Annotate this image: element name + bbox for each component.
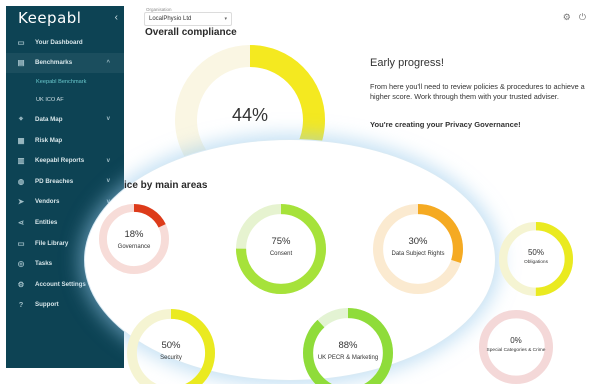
sidebar-item-label: Benchmarks [35, 59, 73, 67]
area-gauge-4: 50% Security [126, 308, 216, 384]
share-icon: ⋖ [17, 217, 25, 227]
organisation-value: LocalPhysio Ltd [149, 16, 192, 22]
area-gauge-label: Security [160, 355, 182, 362]
sidebar-item-label: Tasks [35, 260, 53, 268]
chevron-up-icon: ^ [106, 59, 110, 66]
power-icon[interactable]: ⏻ [579, 12, 586, 23]
area-gauge-1: 75% Consent [235, 203, 327, 295]
risk-map-icon: ▦ [17, 135, 25, 145]
sidebar-item-label: File Library [35, 239, 69, 247]
privacy-governance-message: You're creating your Privacy Governance! [370, 120, 521, 129]
area-gauge-percent: 18% [124, 228, 144, 240]
overall-compliance-heading: Overall compliance [145, 27, 237, 38]
sidebar-subitem-label: Keepabl Benchmark [36, 79, 87, 86]
early-progress-text: From here you'll need to review policies… [370, 82, 585, 101]
area-gauge-text: 88% UK PECR & Marketing [302, 340, 394, 363]
sidebar-item-4[interactable]: ⌖ Data Map v [6, 109, 124, 130]
sidebar-item-label: Entities [35, 218, 58, 226]
sidebar-item-label: Data Map [35, 115, 63, 123]
sidebar-item-label: Account Settings [35, 280, 86, 288]
organisation-select[interactable]: LocalPhysio Ltd ▾ [144, 12, 232, 26]
area-gauge-percent: 0% [510, 336, 522, 346]
area-gauge-text: 75% Consent [235, 236, 327, 259]
early-progress-title: Early progress! [370, 57, 444, 69]
sidebar-item-label: Vendors [35, 198, 60, 206]
area-gauge-text: 18% Governance [98, 229, 170, 252]
shield-icon: ◍ [17, 176, 25, 186]
top-icons: ⚙ ⏻ [563, 12, 586, 23]
area-gauge-text: 50% Obligations [498, 248, 574, 266]
sidebar-item-1[interactable]: ▤ Benchmarks ^ [6, 52, 124, 74]
sidebar-item-label: PD Breaches [35, 177, 74, 185]
area-gauge-2: 30% Data Subject Rights [372, 203, 464, 295]
dashboard-icon: ▭ [17, 37, 25, 47]
area-gauge-text: 50% Security [126, 340, 216, 363]
sidebar-item-5[interactable]: ▦ Risk Map [6, 130, 124, 151]
chevron-down-icon: v [106, 116, 110, 123]
area-gauge-label: UK PECR & Marketing [317, 355, 379, 362]
location-pin-icon: ⌖ [18, 114, 24, 124]
sidebar-item-label: Your Dashboard [35, 38, 83, 46]
keepabl-logo[interactable]: Keepabl [18, 9, 81, 27]
area-gauge-percent: 30% [408, 236, 428, 248]
area-gauge-percent: 88% [338, 340, 358, 352]
area-gauge-percent: 50% [527, 248, 544, 258]
area-gauge-percent: 75% [271, 236, 291, 248]
area-gauge-6: 0% Special Categories & Crime [478, 309, 554, 384]
sidebar-item-7[interactable]: ◍ PD Breaches v [6, 171, 124, 192]
area-gauge-label: Governance [117, 243, 151, 250]
area-gauge-label: Obligations [524, 260, 548, 266]
area-gauge-label: Special Categories & Crime [486, 348, 546, 354]
sidebar-item-label: Support [35, 301, 59, 309]
folder-icon: ▭ [17, 238, 25, 248]
area-gauge-3: 50% Obligations [498, 221, 574, 297]
collapse-sidebar-icon[interactable]: ‹ [115, 12, 118, 23]
area-gauge-percent: 50% [161, 340, 181, 352]
sidebar-item-label: Risk Map [35, 136, 63, 144]
chevron-down-icon: v [106, 157, 110, 164]
benchmark-icon: ▤ [17, 58, 25, 68]
check-circle-icon: ◎ [17, 259, 25, 269]
sidebar-item-6[interactable]: ▥ Keepabl Reports v [6, 150, 124, 171]
send-icon: ➤ [17, 197, 25, 207]
gear-icon: ⚙ [17, 279, 25, 289]
sidebar-subitem-label: UK ICO AF [36, 97, 64, 104]
sidebar-subitem-2[interactable]: Keepabl Benchmark [6, 73, 124, 91]
area-gauge-label: Consent [269, 251, 293, 258]
chevron-down-icon: v [106, 178, 110, 185]
help-icon: ? [18, 300, 24, 310]
settings-icon[interactable]: ⚙ [563, 12, 571, 23]
reports-icon: ▥ [17, 156, 25, 166]
sidebar-item-label: Keepabl Reports [35, 157, 85, 165]
main-areas-heading: ice by main areas [124, 180, 208, 191]
overall-compliance-percent: 44% [231, 105, 269, 125]
sidebar-subitem-3[interactable]: UK ICO AF [6, 91, 124, 109]
area-gauge-text: 0% Special Categories & Crime [478, 336, 554, 354]
area-gauge-5: 88% UK PECR & Marketing [302, 307, 394, 384]
area-gauge-label: Data Subject Rights [391, 251, 445, 258]
chevron-down-icon: ▾ [224, 16, 227, 22]
sidebar-item-0[interactable]: ▭ Your Dashboard [6, 32, 124, 53]
logo-row: Keepabl [6, 6, 124, 30]
area-gauge-0: 18% Governance [98, 203, 170, 275]
area-gauge-text: 30% Data Subject Rights [372, 236, 464, 259]
